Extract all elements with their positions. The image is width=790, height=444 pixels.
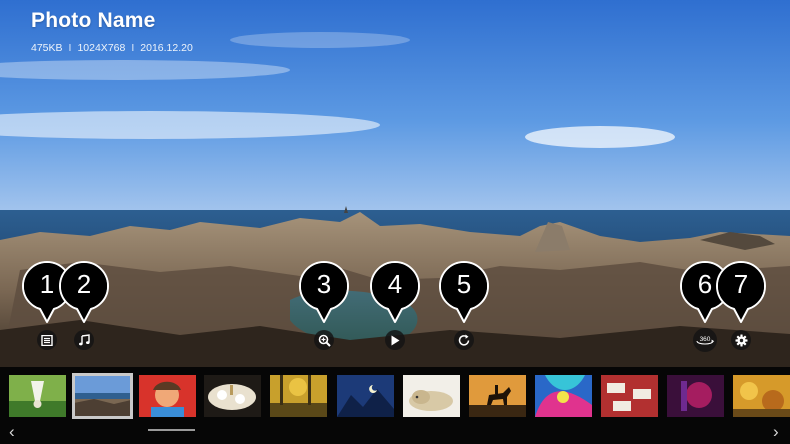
callout-2: 2: [58, 260, 110, 324]
thumbnail-strip: ‹ ›: [0, 367, 790, 444]
thumbnail-dining-table[interactable]: [204, 375, 261, 417]
metadata-separator: I: [131, 42, 135, 54]
callout-number: 2: [76, 269, 92, 299]
music-button[interactable]: [74, 330, 94, 350]
gear-icon: [735, 334, 747, 346]
thumbnail-restaurant-tables[interactable]: [601, 375, 658, 417]
rotate-icon: [458, 334, 469, 346]
thumbnail-child-portrait[interactable]: [139, 375, 196, 417]
music-note-icon: [79, 334, 90, 346]
rotate-button[interactable]: [454, 330, 474, 350]
slideshow-play-button[interactable]: [385, 330, 405, 350]
metadata-separator: I: [68, 42, 72, 54]
360-label: 360: [700, 336, 711, 343]
thumbnail-autumn-forest[interactable]: [270, 375, 327, 417]
callout-number: 4: [387, 269, 403, 299]
photo-resolution: 1024X768: [77, 42, 126, 54]
thumbnail-purple-pink-abstract[interactable]: [667, 375, 724, 417]
photo-size: 475KB: [31, 42, 63, 54]
photo-metadata: 475KB I 1024X768 I 2016.12.20: [31, 42, 193, 54]
list-button[interactable]: [37, 330, 57, 350]
callout-4: 4: [369, 260, 421, 324]
list-icon: [41, 334, 53, 346]
zoom-in-icon: [318, 334, 331, 347]
thumbnail-sleeping-dog[interactable]: [403, 375, 460, 417]
previous-arrow-icon[interactable]: ‹: [9, 423, 15, 440]
thumbnail-horse-rider-sunset[interactable]: [469, 375, 526, 417]
view-360-button[interactable]: 360: [693, 328, 717, 352]
callout-number: 7: [733, 269, 749, 299]
callout-number: 5: [456, 269, 472, 299]
thumbnail-badminton-shuttlecock[interactable]: [9, 375, 66, 417]
zoom-button[interactable]: [314, 330, 334, 350]
photo-date: 2016.12.20: [140, 42, 193, 54]
thumbnail-mountains-night-moon[interactable]: [337, 375, 394, 417]
thumbnail-autumn-leaves[interactable]: [733, 375, 790, 417]
thumbnail-scrollbar[interactable]: [148, 429, 195, 431]
thumbnail-coastal-landscape[interactable]: [72, 373, 133, 419]
next-arrow-icon[interactable]: ›: [773, 423, 779, 440]
callout-number: 3: [316, 269, 332, 299]
settings-button[interactable]: [731, 330, 751, 350]
play-icon: [391, 335, 400, 345]
photo-title: Photo Name: [31, 9, 156, 32]
callout-3: 3: [298, 260, 350, 324]
callout-5: 5: [438, 260, 490, 324]
360-view-icon: 360: [696, 336, 715, 345]
callout-7: 7: [715, 260, 767, 324]
thumbnail-colorful-art[interactable]: [535, 375, 592, 417]
